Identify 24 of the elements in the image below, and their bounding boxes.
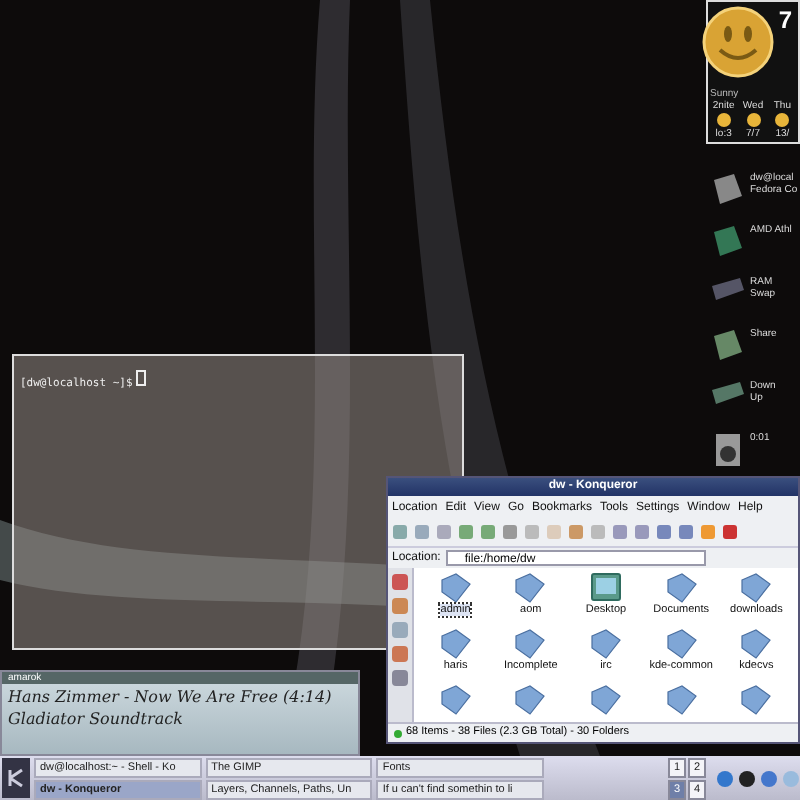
folder-icon [738,628,775,660]
folder-icon [437,572,474,604]
folder-icon [512,572,549,604]
folder-icon [587,628,624,660]
folder-icon [437,628,474,660]
album-title: Gladiator Soundtrack [8,710,185,728]
folder-icon [587,684,624,716]
track-title: Hans Zimmer - Now We Are Free (4:14) [8,688,334,706]
monitor-icon [587,572,624,604]
status-dot [394,729,402,737]
folder-icon [663,684,700,716]
folder-icon [738,572,775,604]
folder-icon [512,684,549,716]
folder-icon [512,628,549,660]
speaker-icon [710,432,746,468]
terminal-cursor [136,369,147,386]
temperature-text: 7 [778,6,792,34]
folder-icon [738,684,775,716]
smiley-sun-icon [702,6,774,78]
k-logo-icon [5,767,26,787]
k-menu-button[interactable] [2,758,30,798]
folder-icon [663,572,700,604]
folder-icon [663,628,700,660]
folder-icon [437,684,474,716]
